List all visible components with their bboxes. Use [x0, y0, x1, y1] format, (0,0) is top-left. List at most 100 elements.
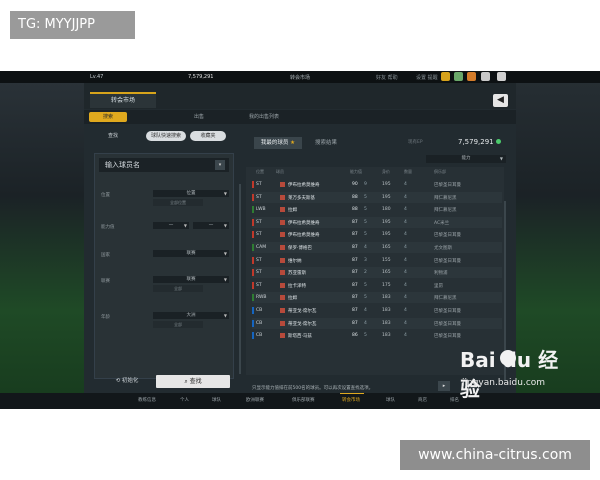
row-ability: 87: [352, 257, 358, 263]
subtab-sell[interactable]: 出售: [184, 112, 214, 122]
country-select[interactable]: 联赛 ▼: [153, 250, 229, 257]
row-position: ST: [256, 257, 262, 263]
row-ability: 88: [352, 207, 358, 213]
star-icon: ★: [290, 140, 296, 146]
baidu-watermark: Bai du 经验 jingyan.baidu.com: [460, 344, 578, 401]
nav-transfer-market[interactable]: 转会市场: [342, 397, 360, 403]
flag-icon: [280, 257, 285, 263]
row-count: 4: [404, 207, 407, 213]
nav-ranking[interactable]: 排名: [450, 397, 459, 403]
nav-team[interactable]: 球队: [212, 397, 221, 403]
reset-button[interactable]: ⟲ 初始化: [102, 375, 152, 388]
menu-icon[interactable]: [497, 72, 506, 81]
league-sub-select[interactable]: 全部: [153, 285, 203, 292]
sort-select-value: 能力: [461, 156, 471, 161]
position-select[interactable]: 位置 ▼: [153, 190, 229, 197]
gift-icon[interactable]: [454, 72, 463, 81]
row-position: ST: [256, 270, 262, 276]
shop-icon[interactable]: [467, 72, 476, 81]
table-row[interactable]: ST 拉卡泽特 87 5 175 4 里昂: [252, 280, 502, 291]
notice-icon[interactable]: [481, 72, 490, 81]
row-player-name: 伊布拉希莫维奇: [288, 233, 320, 239]
tab-transfer-market[interactable]: 转会市场: [90, 92, 156, 108]
topbar-settings[interactable]: 设置 提醒: [416, 74, 438, 81]
row-grade: 4: [364, 245, 367, 250]
next-page-button[interactable]: ▸: [438, 381, 450, 391]
table-row[interactable]: ST 伊布拉希莫维奇 90 9 195 4 巴黎圣日耳曼: [252, 179, 502, 190]
topbar-friends[interactable]: 好友 帮助: [376, 74, 398, 81]
row-club: 拜仁慕尼黑: [434, 195, 457, 201]
row-player-name: 拉卡泽特: [288, 283, 306, 289]
table-row[interactable]: CB 蒂亚戈·席尔瓦 87 4 183 4 巴黎圣日耳曼: [252, 317, 502, 329]
row-position: ST: [256, 219, 262, 225]
row-count: 4: [404, 308, 407, 313]
row-ability: 87: [352, 232, 358, 238]
nav-coach-info[interactable]: 教练信息: [138, 397, 156, 403]
level-label: Lv.47: [90, 74, 104, 80]
row-value: 183: [382, 320, 391, 326]
back-button[interactable]: ◀: [493, 94, 508, 107]
table-row[interactable]: ST 苏亚雷斯 87 2 165 4 利物浦: [252, 267, 502, 279]
search-button[interactable]: ⌕ 查找: [156, 375, 230, 388]
mail-icon[interactable]: [441, 72, 450, 81]
filter-box: 输入球员名 ▾ 位置 位置 ▼ 全部位置 能力值 一 ▼ 一 ▼ 国家 联赛 ▼…: [94, 153, 241, 379]
flag-icon: [280, 270, 285, 276]
league-select[interactable]: 联赛 ▼: [153, 276, 229, 283]
header-club: 俱乐部: [434, 169, 446, 174]
search-tab-button[interactable]: 查找: [100, 131, 126, 141]
filter-scrollbar[interactable]: [239, 184, 241, 374]
tab-my-players[interactable]: 我最的球员 ★: [254, 137, 302, 149]
favorites-button[interactable]: 收藏夹: [190, 131, 226, 141]
table-row[interactable]: CB 斯塔西·马兹 86 5 183 4 巴黎圣日耳曼: [252, 330, 502, 341]
table-row[interactable]: LWB 拉姆 88 5 180 4 拜仁慕尼黑: [252, 204, 502, 215]
table-row[interactable]: CB 蒂亚戈·席尔瓦 87 4 183 4 巴黎圣日耳曼: [252, 305, 502, 316]
position-color-bar: [252, 181, 254, 188]
nav-shop[interactable]: 商店: [418, 397, 427, 403]
table-row[interactable]: ST 莱万多夫斯基 88 5 195 4 拜仁慕尼黑: [252, 191, 502, 203]
continent-select[interactable]: 大洲 ▼: [153, 312, 229, 319]
nav-club-league[interactable]: 俱乐部联赛: [292, 397, 315, 403]
nav-personal[interactable]: 个人: [180, 397, 189, 403]
baidu-logo-text: Bai du 经验: [460, 348, 559, 401]
continent-select-value: 大洲: [186, 313, 196, 318]
stadium-left: [0, 81, 84, 409]
ability-max-select[interactable]: 一 ▼: [193, 222, 229, 229]
flag-icon: [280, 333, 285, 339]
quick-search-button[interactable]: 球队快速搜索: [146, 131, 186, 141]
table-row[interactable]: ST 伊布拉希莫维奇 87 5 195 4 AC米兰: [252, 216, 502, 228]
row-player-name: 维尔纳: [288, 258, 302, 264]
row-value: 183: [382, 333, 391, 339]
ability-min-select[interactable]: 一 ▼: [153, 222, 189, 229]
reset-label: 初始化: [121, 378, 139, 384]
row-ability: 87: [352, 245, 358, 250]
table-row[interactable]: RWB 拉姆 87 5 183 4 拜仁慕尼黑: [252, 292, 502, 304]
row-count: 4: [404, 245, 407, 250]
flag-icon: [280, 232, 285, 238]
sort-select[interactable]: 能力 ▼: [426, 155, 506, 163]
dropdown-arrow-icon: ▼: [223, 191, 227, 196]
tab-search-results[interactable]: 搜索结果: [308, 137, 344, 149]
table-row[interactable]: ST 维尔纳 87 3 155 4 巴黎圣日耳曼: [252, 255, 502, 266]
nav-europe-league[interactable]: 欧洲联赛: [246, 397, 264, 403]
row-value: 195: [382, 194, 391, 200]
table-row[interactable]: ST 伊布拉希莫维奇 87 5 195 4 巴黎圣日耳曼: [252, 229, 502, 240]
flag-icon: [280, 219, 285, 225]
position-sub-select[interactable]: 全部位置: [153, 199, 203, 206]
row-grade: 9: [364, 182, 367, 187]
row-grade: 5: [364, 282, 367, 288]
row-count: 4: [404, 219, 407, 225]
baidu-url: jingyan.baidu.com: [462, 378, 546, 388]
row-player-name: 苏亚雷斯: [288, 271, 306, 277]
row-position: ST: [256, 182, 262, 187]
subtab-search[interactable]: 搜索: [89, 112, 127, 122]
subtab-my-sell-list[interactable]: 我的出售列表: [234, 112, 294, 122]
row-position: CB: [256, 308, 263, 313]
nav-squad[interactable]: 球队: [386, 397, 395, 403]
keyboard-icon[interactable]: ▾: [215, 160, 225, 170]
row-ability: 87: [352, 219, 358, 225]
player-name-input[interactable]: 输入球员名 ▾: [99, 158, 229, 172]
list-footer-note: 只显示能力值排在前500名的球员。可以再次设置查找选项。: [252, 386, 374, 391]
table-row[interactable]: CAM 保罗·博格巴 87 4 165 4 尤文图斯: [252, 242, 502, 253]
continent-sub-select[interactable]: 全部: [153, 321, 203, 328]
top-status-bar: Lv.47 7,579,291 转会市场 好友 帮助 设置 提醒: [0, 71, 600, 83]
